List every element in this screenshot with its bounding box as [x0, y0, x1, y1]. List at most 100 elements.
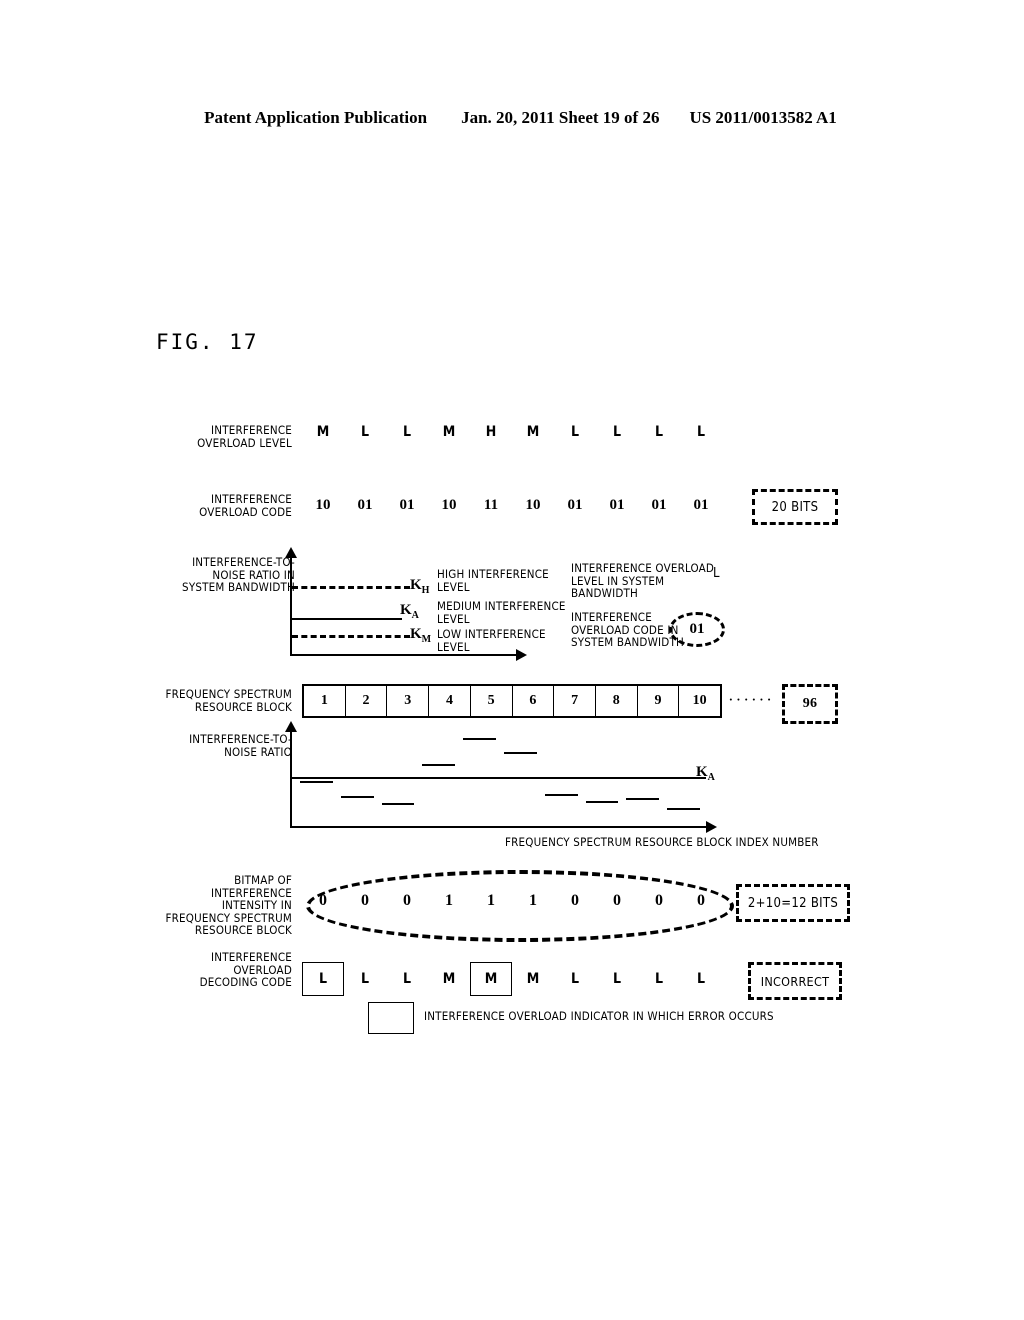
bitmap-cell: 0	[403, 892, 411, 909]
decoding-code-cell: L	[302, 962, 344, 996]
decoding-code-cell-text: M	[442, 971, 456, 987]
bitmap-cell: 1	[445, 892, 453, 909]
inr-segment	[544, 793, 578, 796]
resource-block-cell: 2	[346, 686, 388, 716]
overload-level-cell: L	[612, 424, 622, 440]
inr-threshold-ka-label: KA	[696, 764, 715, 783]
bitmap-cell: 1	[529, 892, 537, 909]
sysbw-yaxis-label: INTERFERENCE-TO- NOISE RATIO IN SYSTEM B…	[182, 555, 295, 594]
document-number: US 2011/0013582 A1	[689, 108, 837, 127]
overload-code-cell: 01	[399, 497, 415, 513]
decoding-code-label: INTERFERENCE OVERLOAD DECODING CODE	[199, 950, 292, 989]
decoding-code-cell: L	[638, 962, 680, 996]
decoding-code-cell-text: L	[360, 971, 370, 987]
bitmap-cell: 1	[487, 892, 495, 909]
high-interference-level-text: HIGH INTERFERENCE LEVEL	[437, 567, 549, 594]
overload-level-cell: M	[526, 424, 540, 440]
resource-block-strip: 1 2 3 4 5 6 7 8 9 10	[302, 684, 722, 718]
resource-block-cell: 9	[638, 686, 680, 716]
overload-code-cell: 01	[567, 497, 583, 513]
threshold-km-label: KM	[410, 626, 432, 645]
overload-level-cell: H	[485, 424, 497, 440]
inr-yaxis-label: INTERFERENCE-TO- NOISE RATIO	[189, 732, 292, 759]
bitmap-cell: 0	[613, 892, 621, 909]
resource-block-label: FREQUENCY SPECTRUM RESOURCE BLOCK	[165, 687, 292, 714]
bitmap-bits-note: 2+10=12 BITS	[736, 884, 850, 922]
overload-code-label: INTERFERENCE OVERLOAD CODE	[199, 492, 292, 519]
overload-level-cell: M	[442, 424, 456, 440]
overload-code-cell: 11	[483, 497, 499, 513]
sysbw-x-axis	[290, 649, 527, 661]
overload-code-bits-note: 20 BITS	[752, 489, 838, 525]
overload-code-cell: 10	[525, 497, 541, 513]
sysbw-level-label: INTERFERENCE OVERLOAD LEVEL IN SYSTEM BA…	[571, 561, 715, 600]
resource-block-cell: 6	[513, 686, 555, 716]
bitmap-label: BITMAP OF INTERFERENCE INTENSITY IN FREQ…	[165, 873, 292, 937]
legend-text: INTERFERENCE OVERLOAD INDICATOR IN WHICH…	[424, 1009, 774, 1023]
publication-title: Patent Application Publication	[204, 108, 428, 127]
decoding-code-values: L L L M M M L L L L	[302, 962, 722, 996]
sysbw-y-axis	[285, 547, 297, 656]
bitmap-values: 0 0 0 1 1 1 0 0 0 0	[302, 892, 722, 918]
decoding-code-cell-text: L	[696, 971, 706, 987]
threshold-ka-line	[292, 618, 402, 620]
overload-code-values: 10 01 01 10 11 10 01 01 01 01	[302, 497, 722, 523]
decoding-code-cell-text: L	[612, 971, 622, 987]
inr-x-axis	[290, 821, 717, 833]
bitmap-cell: 0	[361, 892, 369, 909]
decoding-code-cell: M	[428, 962, 470, 996]
resource-block-cell: 3	[387, 686, 430, 716]
inr-segment	[626, 798, 660, 801]
publication-date: Jan. 20, 2011	[461, 108, 555, 127]
resource-block-cell: 4	[429, 686, 471, 716]
threshold-km-line	[292, 635, 410, 638]
figure-title: FIG. 17	[156, 330, 259, 354]
overload-level-cell: M	[316, 424, 330, 440]
overload-code-cell: 01	[651, 497, 667, 513]
decoding-code-cell: L	[554, 962, 596, 996]
resource-block-cell: 7	[554, 686, 596, 716]
overload-level-cell: L	[696, 424, 706, 440]
decoding-code-cell-text: L	[302, 962, 344, 996]
inr-segment	[300, 780, 333, 783]
overload-level-label: INTERFERENCE OVERLOAD LEVEL	[197, 423, 292, 450]
decoding-code-cell: L	[344, 962, 386, 996]
decoding-code-cell-text: L	[654, 971, 664, 987]
resource-block-cell: 1	[304, 686, 346, 716]
threshold-kh-line	[292, 586, 410, 589]
bitmap-cell: 0	[655, 892, 663, 909]
inr-chart: KA	[285, 721, 717, 833]
bitmap-cell: 0	[571, 892, 579, 909]
decoding-code-cell: M	[470, 962, 512, 996]
overload-level-cell: L	[360, 424, 370, 440]
threshold-kh-label: KH	[410, 577, 430, 596]
resource-block-last-cell: 96	[782, 684, 838, 724]
decoding-code-cell-text: M	[470, 962, 512, 996]
overload-level-cell: L	[570, 424, 580, 440]
inr-y-axis	[285, 721, 297, 828]
decoding-code-cell-text: M	[526, 971, 540, 987]
inr-segment	[340, 795, 374, 798]
threshold-ka-label: KA	[400, 602, 419, 621]
sysbw-code-label: INTERFERENCE OVERLOAD CODE IN SYSTEM BAN…	[571, 610, 684, 649]
bitmap-cell: 0	[697, 892, 705, 909]
inr-segment	[422, 763, 456, 766]
inr-threshold-ka-line	[292, 777, 706, 779]
decoding-code-cell: M	[512, 962, 554, 996]
resource-block-ellipsis: ······	[728, 690, 774, 709]
decoding-code-cell-text: L	[402, 971, 412, 987]
patent-figure-page: Patent Application Publication Jan. 20, 2…	[0, 0, 1024, 1320]
inr-segment	[667, 807, 700, 810]
inr-xaxis-label: FREQUENCY SPECTRUM RESOURCE BLOCK INDEX …	[505, 835, 819, 849]
overload-level-cell: L	[654, 424, 664, 440]
overload-code-cell: 01	[609, 497, 625, 513]
sheet-number: Sheet 19 of 26	[558, 108, 660, 127]
sysbw-code-value: 01	[669, 612, 725, 647]
decoding-status-note: INCORRECT	[748, 962, 842, 1000]
legend-swatch-box	[368, 1002, 414, 1034]
overload-level-cell: L	[402, 424, 412, 440]
decoding-code-cell-text: L	[570, 971, 580, 987]
resource-block-cell: 8	[596, 686, 638, 716]
sysbw-level-value: L	[713, 566, 720, 581]
decoding-code-cell: L	[386, 962, 428, 996]
